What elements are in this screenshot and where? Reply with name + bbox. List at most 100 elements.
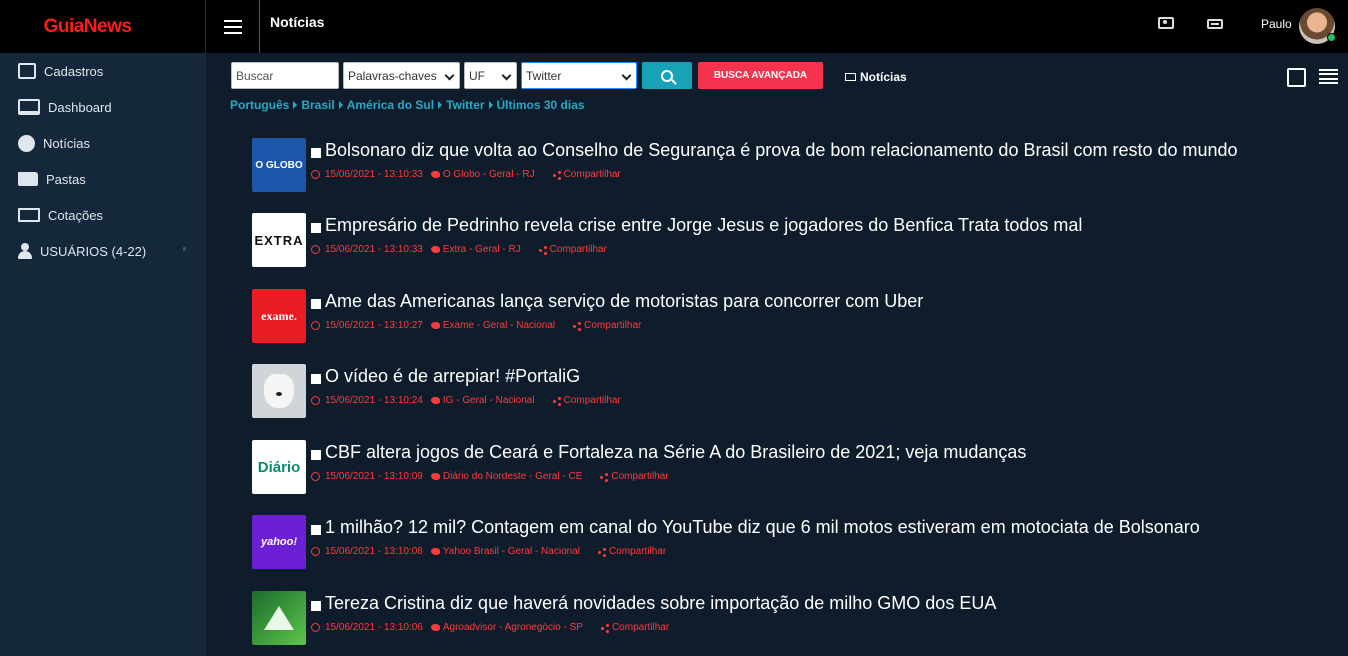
news-headline[interactable]: CBF altera jogos de Ceará e Fortaleza na… — [325, 442, 1026, 463]
news-link[interactable]: Notícias — [845, 70, 907, 84]
clock-icon — [311, 623, 320, 632]
select-checkbox[interactable] — [311, 223, 321, 233]
grid-view-button[interactable] — [1287, 68, 1306, 87]
logo-text: Diário — [257, 458, 301, 476]
news-datetime: 15/06/2021 - 13:10:08 — [325, 546, 423, 557]
sidebar-item-cotacoes[interactable]: Cotações — [18, 204, 103, 226]
list-item: exame. Ame das Americanas lança serviço … — [252, 289, 1332, 345]
news-source[interactable]: Diário do Nordeste - Geral - CE — [443, 471, 583, 482]
search-icon — [661, 69, 673, 82]
news-headline[interactable]: Tereza Cristina diz que haverá novidades… — [325, 593, 996, 614]
news-headline[interactable]: 1 milhão? 12 mil? Contagem em canal do Y… — [325, 517, 1200, 538]
select-checkbox[interactable] — [311, 148, 321, 158]
news-meta: 15/06/2021 - 13:10:09 Diário do Nordeste… — [311, 471, 669, 482]
select-checkbox[interactable] — [311, 601, 321, 611]
twitter-icon — [430, 246, 440, 253]
share-link[interactable]: Compartilhar — [584, 320, 641, 331]
news-datetime: 15/06/2021 - 13:10:33 — [325, 244, 423, 255]
news-thumbnail[interactable] — [252, 591, 306, 645]
top-bar: GuiaNews Notícias Paulo — [0, 0, 1348, 53]
news-meta: 15/06/2021 - 13:10:33 O Globo - Geral - … — [311, 169, 621, 180]
sidebar-item-pastas[interactable]: Pastas — [18, 168, 86, 190]
clock-icon — [311, 245, 320, 254]
sidebar-item-label: USUÁRIOS (4-22) — [40, 243, 147, 259]
clock-icon — [311, 547, 320, 556]
share-link[interactable]: Compartilhar — [550, 244, 607, 255]
user-name[interactable]: Paulo — [1261, 17, 1292, 31]
sidebar-item-label: Dashboard — [48, 99, 112, 115]
news-thumbnail[interactable]: Diário — [252, 440, 306, 494]
share-icon — [538, 246, 547, 254]
dog-photo — [264, 374, 294, 408]
select-checkbox[interactable] — [311, 525, 321, 535]
sidebar-item-dashboard[interactable]: Dashboard — [18, 96, 112, 118]
select-checkbox[interactable] — [311, 299, 321, 309]
brand-logo[interactable]: GuiaNews — [0, 0, 206, 53]
breadcrumb-item[interactable]: Últimos 30 dias — [497, 98, 585, 112]
news-source[interactable]: IG - Geral - Nacional — [443, 395, 535, 406]
sidebar-item-usuarios[interactable]: USUÁRIOS (4-22) — [18, 240, 146, 262]
news-source[interactable]: O Globo - Geral - RJ — [443, 169, 535, 180]
share-icon — [552, 171, 561, 179]
chevron-down-icon — [444, 70, 455, 81]
news-meta: 15/06/2021 - 13:10:06 Agroadvisor - Agro… — [311, 622, 669, 633]
news-source[interactable]: Extra - Geral - RJ — [443, 244, 521, 255]
folder-open-icon — [18, 172, 38, 186]
search-input[interactable]: Buscar — [231, 62, 339, 89]
news-thumbnail[interactable] — [252, 364, 306, 418]
news-source[interactable]: Exame - Geral - Nacional — [443, 320, 555, 331]
logo-text: EXTRA — [254, 232, 304, 248]
caret-right-icon — [338, 101, 343, 109]
list-view-button[interactable] — [1319, 69, 1338, 84]
list-item: yahoo! 1 milhão? 12 mil? Contagem em can… — [252, 515, 1332, 571]
news-headline[interactable]: Ame das Americanas lança serviço de moto… — [325, 291, 923, 312]
share-link[interactable]: Compartilhar — [612, 622, 669, 633]
share-link[interactable]: Compartilhar — [564, 395, 621, 406]
sidebar-item-noticias[interactable]: Notícias — [18, 132, 90, 154]
edit-icon — [18, 63, 36, 79]
chevron-right-icon[interactable] — [183, 247, 186, 251]
uf-select[interactable]: UF — [464, 62, 517, 89]
twitter-icon — [430, 548, 440, 555]
twitter-icon — [430, 322, 440, 329]
share-icon — [600, 473, 608, 481]
caret-right-icon — [438, 101, 443, 109]
list-item: O vídeo é de arrepiar! #PortaliG 15/06/2… — [252, 364, 1332, 420]
share-link[interactable]: Compartilhar — [611, 471, 668, 482]
news-headline[interactable]: Empresário de Pedrinho revela crise entr… — [325, 215, 1082, 236]
news-thumbnail[interactable]: yahoo! — [252, 515, 306, 569]
news-thumbnail[interactable]: EXTRA — [252, 213, 306, 267]
news-thumbnail[interactable]: exame. — [252, 289, 306, 343]
search-button[interactable] — [642, 62, 692, 89]
news-headline[interactable]: Bolsonaro diz que volta ao Conselho de S… — [325, 140, 1238, 161]
money-icon — [18, 208, 40, 222]
breadcrumb: Português Brasil América do Sul Twitter … — [230, 98, 585, 112]
breadcrumb-item[interactable]: América do Sul — [347, 98, 434, 112]
select-checkbox[interactable] — [311, 450, 321, 460]
share-link[interactable]: Compartilhar — [609, 546, 666, 557]
sidebar-item-cadastros[interactable]: Cadastros — [18, 60, 103, 82]
breadcrumb-item[interactable]: Português — [230, 98, 289, 112]
menu-toggle-button[interactable] — [207, 0, 260, 53]
select-checkbox[interactable] — [311, 374, 321, 384]
news-thumbnail[interactable]: O GLOBO — [252, 138, 306, 192]
breadcrumb-item[interactable]: Brasil — [301, 98, 334, 112]
news-source[interactable]: Agroadvisor - Agronegócio - SP — [443, 622, 583, 633]
money-icon[interactable] — [1158, 17, 1174, 29]
keywords-select[interactable]: Palavras-chaves — [343, 62, 460, 89]
agroadvisor-logo — [264, 606, 294, 630]
keyboard-icon[interactable] — [1207, 19, 1223, 29]
advanced-search-button[interactable]: BUSCA AVANÇADA — [698, 62, 823, 89]
source-select[interactable]: Twitter — [521, 62, 637, 89]
news-datetime: 15/06/2021 - 13:10:06 — [325, 622, 423, 633]
news-datetime: 15/06/2021 - 13:10:24 — [325, 395, 423, 406]
user-icon — [18, 243, 32, 259]
news-headline[interactable]: O vídeo é de arrepiar! #PortaliG — [325, 366, 580, 387]
breadcrumb-item[interactable]: Twitter — [446, 98, 484, 112]
online-status-badge — [1327, 33, 1336, 42]
logo-text: yahoo! — [260, 536, 298, 548]
news-source[interactable]: Yahoo Brasil - Geral - Nacional — [443, 546, 580, 557]
share-link[interactable]: Compartilhar — [564, 169, 621, 180]
news-meta: 15/06/2021 - 13:10:08 Yahoo Brasil - Ger… — [311, 546, 666, 557]
clock-icon — [311, 321, 320, 330]
